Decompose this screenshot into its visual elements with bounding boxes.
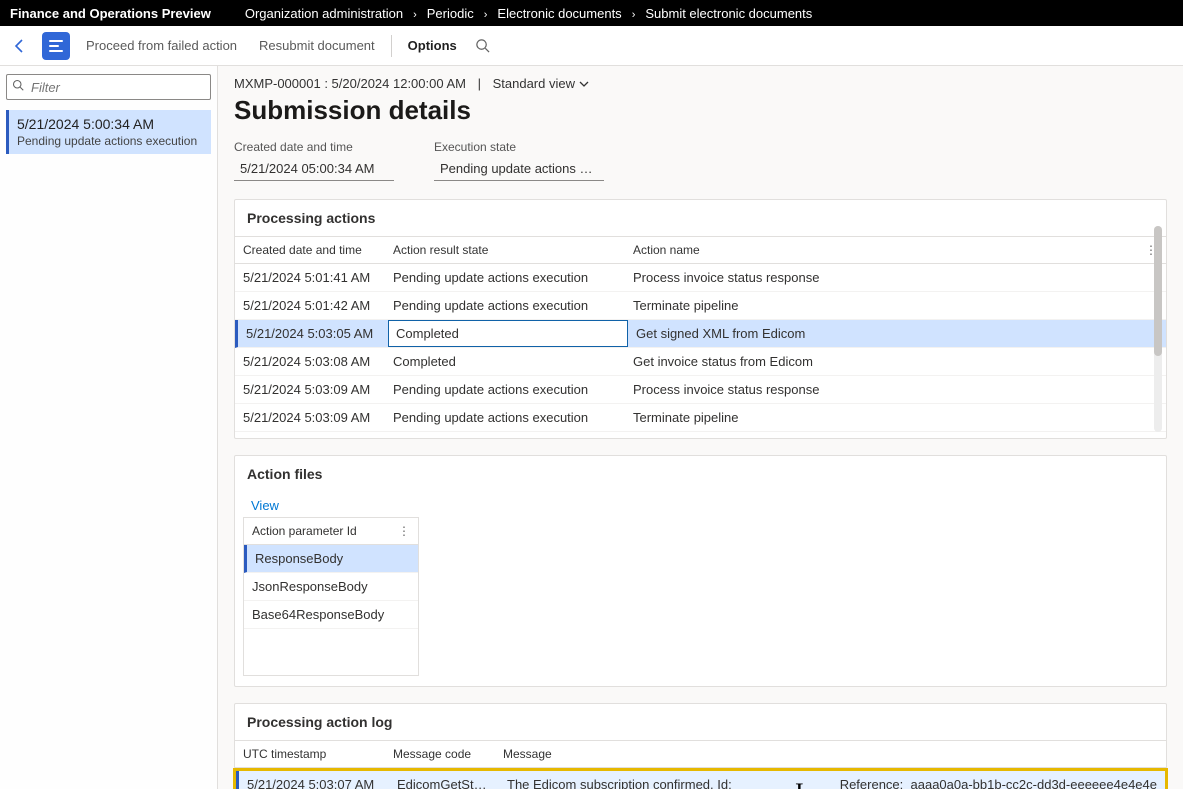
action-files-title: Action files — [235, 456, 1166, 492]
processing-log-card: Processing action log UTC timestamp Mess… — [234, 703, 1167, 789]
table-row[interactable]: 5/21/2024 5:03:05 AMCompletedGet signed … — [235, 320, 1166, 348]
col-param-id[interactable]: Action parameter Id — [252, 524, 357, 538]
col-action-name[interactable]: Action name — [625, 237, 1136, 263]
action-files-card: Action files View Action parameter Id ⋮ … — [234, 455, 1167, 687]
table-row[interactable]: 5/21/2024 5:01:41 AMPending update actio… — [235, 264, 1166, 292]
submission-list-item[interactable]: 5/21/2024 5:00:34 AM Pending update acti… — [6, 110, 211, 154]
submission-item-subtitle: Pending update actions execution — [17, 134, 203, 148]
pipe-sep: | — [474, 76, 485, 91]
options-button[interactable]: Options — [402, 34, 463, 57]
filter-search-icon — [12, 79, 24, 91]
chevron-right-icon: › — [484, 9, 488, 21]
created-label: Created date and time — [234, 140, 394, 154]
breadcrumb[interactable]: Electronic documents — [493, 6, 625, 21]
table-row[interactable]: 5/21/2024 5:03:08 AMCompletedGet invoice… — [235, 348, 1166, 376]
reference-value: Reference: aaaa0a0a-bb1b-cc2c-dd3d-eeeee… — [840, 777, 1157, 789]
state-value[interactable]: Pending update actions exec... — [434, 158, 604, 181]
list-item[interactable]: JsonResponseBody — [244, 573, 418, 601]
table-row[interactable]: 5/21/2024 5:03:09 AMPending update actio… — [235, 376, 1166, 404]
document-id-line: MXMP-000001 : 5/20/2024 12:00:00 AM — [234, 76, 466, 91]
highlight-annotation: 5/21/2024 5:03:07 AMEdicomGetStatus...Th… — [233, 768, 1168, 789]
breadcrumb[interactable]: Periodic — [423, 6, 478, 21]
chevron-right-icon: › — [413, 9, 417, 21]
list-item[interactable]: Base64ResponseBody — [244, 601, 418, 629]
processing-actions-card: Processing actions Created date and time… — [234, 199, 1167, 439]
created-value[interactable]: 5/21/2024 05:00:34 AM — [234, 158, 394, 181]
chevron-down-icon — [579, 79, 589, 89]
content-area: MXMP-000001 : 5/20/2024 12:00:00 AM | St… — [218, 66, 1183, 789]
breadcrumb[interactable]: Submit electronic documents — [641, 6, 816, 21]
top-navbar: Finance and Operations Preview Organizat… — [0, 0, 1183, 26]
breadcrumb[interactable]: Organization administration — [241, 6, 407, 21]
col-message[interactable]: Message — [495, 741, 1166, 767]
table-row[interactable]: 5/21/2024 5:01:42 AMPending update actio… — [235, 292, 1166, 320]
col-state[interactable]: Action result state — [385, 237, 625, 263]
view-link[interactable]: View — [243, 492, 287, 517]
col-created[interactable]: Created date and time — [235, 237, 385, 263]
resubmit-button[interactable]: Resubmit document — [253, 34, 381, 57]
table-row[interactable]: 5/21/2024 5:03:09 AMPending update actio… — [235, 404, 1166, 432]
nav-menu-button[interactable] — [42, 32, 70, 60]
state-label: Execution state — [434, 140, 604, 154]
af-grid-menu-icon[interactable]: ⋮ — [398, 524, 410, 538]
filter-input[interactable] — [6, 74, 211, 100]
col-msgcode[interactable]: Message code — [385, 741, 495, 767]
list-item[interactable]: ResponseBody — [244, 545, 418, 573]
sidebar: 5/21/2024 5:00:34 AM Pending update acti… — [0, 66, 218, 789]
page-title: Submission details — [234, 95, 1167, 126]
search-icon[interactable] — [473, 36, 493, 56]
app-title: Finance and Operations Preview — [10, 6, 211, 21]
chevron-right-icon: › — [632, 9, 636, 21]
col-utc[interactable]: UTC timestamp — [235, 741, 385, 767]
filter-box — [6, 74, 211, 100]
table-row[interactable]: 5/21/2024 5:03:07 AMEdicomGetStatus...Th… — [236, 771, 1165, 789]
processing-actions-title: Processing actions — [235, 200, 1166, 236]
grid-scrollbar[interactable] — [1154, 226, 1162, 432]
action-toolbar: Proceed from failed action Resubmit docu… — [0, 26, 1183, 66]
submission-item-title: 5/21/2024 5:00:34 AM — [17, 116, 203, 132]
back-button[interactable] — [8, 34, 32, 58]
toolbar-divider — [391, 35, 392, 57]
processing-log-title: Processing action log — [235, 704, 1166, 740]
view-toggle[interactable]: Standard view — [493, 76, 589, 91]
proceed-button[interactable]: Proceed from failed action — [80, 34, 243, 57]
